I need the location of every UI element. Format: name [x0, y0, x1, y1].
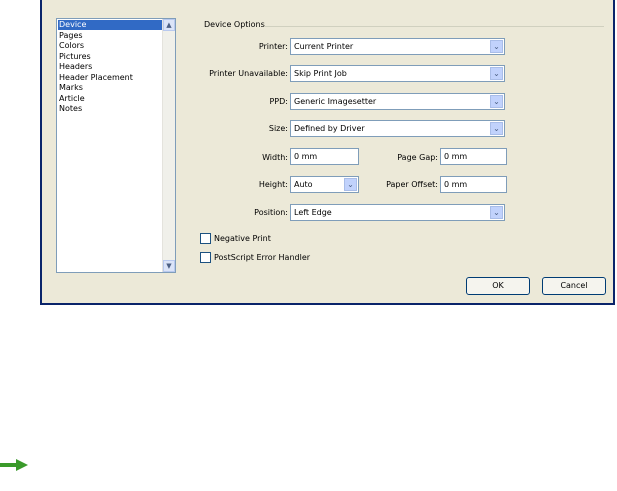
chevron-down-icon[interactable]: ⌄ [490, 122, 503, 135]
ok-button[interactable]: OK [466, 277, 530, 295]
category-item-marks[interactable]: Marks [58, 83, 163, 93]
cancel-button[interactable]: Cancel [542, 277, 606, 295]
category-item-pictures[interactable]: Pictures [58, 52, 163, 62]
chevron-down-icon[interactable]: ⌄ [490, 40, 503, 53]
printer-value: Current Printer [294, 42, 354, 51]
scroll-up-icon[interactable]: ▲ [163, 19, 175, 31]
scroll-down-icon[interactable]: ▼ [163, 260, 175, 272]
category-scrollbar[interactable]: ▲ ▼ [162, 19, 175, 272]
size-select[interactable]: Defined by Driver ⌄ [290, 120, 505, 137]
print-dialog: Device Pages Colors Pictures Headers Header P… [40, 0, 615, 305]
category-list[interactable]: Device Pages Colors Pictures Headers Header P… [56, 18, 176, 273]
category-item-colors[interactable]: Colors [58, 41, 163, 51]
negative-print-label: Negative Print [214, 234, 271, 243]
postscript-error-handler-checkbox[interactable] [200, 252, 211, 263]
category-item-article[interactable]: Article [58, 94, 163, 104]
chevron-down-icon[interactable]: ⌄ [490, 67, 503, 80]
printer-unavailable-select[interactable]: Skip Print Job ⌄ [290, 65, 505, 82]
paper-offset-label: Paper Offset: [386, 180, 438, 189]
width-input[interactable]: 0 mm [290, 148, 359, 165]
ppd-value: Generic Imagesetter [294, 97, 377, 106]
printer-select[interactable]: Current Printer ⌄ [290, 38, 505, 55]
page-gap-label: Page Gap: [397, 153, 438, 162]
position-label: Position: [254, 208, 288, 217]
printer-unavailable-value: Skip Print Job [294, 69, 347, 78]
size-label: Size: [268, 124, 288, 133]
chevron-down-icon[interactable]: ⌄ [490, 95, 503, 108]
printer-label: Printer: [258, 42, 288, 51]
ppd-label: PPD: [269, 97, 288, 106]
printer-unavailable-label: Printer Unavailable: [209, 69, 288, 78]
position-select[interactable]: Left Edge ⌄ [290, 204, 505, 221]
height-label: Height: [258, 180, 288, 189]
paper-offset-input[interactable]: 0 mm [440, 176, 507, 193]
category-item-headers[interactable]: Headers [58, 62, 163, 72]
chevron-down-icon[interactable]: ⌄ [344, 178, 357, 191]
category-item-pages[interactable]: Pages [58, 31, 163, 41]
category-item-device[interactable]: Device [58, 20, 163, 30]
category-item-header-placement[interactable]: Header Placement [58, 73, 163, 83]
size-value: Defined by Driver [294, 124, 365, 133]
height-value: Auto [294, 180, 313, 189]
position-value: Left Edge [294, 208, 332, 217]
negative-print-checkbox[interactable] [200, 233, 211, 244]
chevron-down-icon[interactable]: ⌄ [490, 206, 503, 219]
postscript-error-handler-label: PostScript Error Handler [214, 253, 311, 262]
height-select[interactable]: Auto ⌄ [290, 176, 359, 193]
section-title: Device Options [204, 20, 265, 29]
arrow-right-icon [0, 459, 28, 471]
page-gap-input[interactable]: 0 mm [440, 148, 507, 165]
category-item-notes[interactable]: Notes [58, 104, 163, 114]
width-label: Width: [262, 153, 288, 162]
section-divider [264, 26, 604, 27]
ppd-select[interactable]: Generic Imagesetter ⌄ [290, 93, 505, 110]
